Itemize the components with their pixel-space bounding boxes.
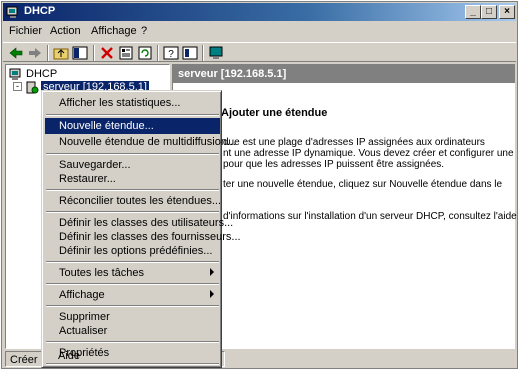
toolbar-separator: [202, 45, 204, 61]
delete-icon[interactable]: [99, 45, 115, 61]
tree-collapse-toggle[interactable]: -: [13, 82, 22, 91]
menu-separator: [46, 114, 219, 116]
menu-item-aide[interactable]: Aide: [44, 348, 219, 364]
menu-bar: Fichier Action Affichage ?: [3, 22, 516, 41]
maximize-button[interactable]: □: [481, 5, 497, 19]
menu-separator: [46, 341, 219, 343]
svg-text:?: ?: [168, 49, 174, 60]
details-line: pour que les adresses IP puissent être a…: [223, 159, 445, 170]
forward-arrow-icon[interactable]: [27, 45, 43, 61]
menu-item-afficher-statistiques[interactable]: Afficher les statistiques...: [45, 95, 220, 111]
menu-fichier[interactable]: Fichier: [9, 25, 42, 37]
tree-root-dhcp[interactable]: DHCP: [26, 68, 57, 80]
details-header: serveur [192.168.5.1]: [173, 65, 515, 83]
menu-item-actualiser[interactable]: Actualiser: [45, 323, 220, 339]
menu-action[interactable]: Action: [50, 25, 81, 37]
submenu-arrow-icon: [210, 290, 214, 298]
menu-separator: [46, 305, 219, 307]
menu-item-label: Affichage: [59, 289, 105, 301]
menu-item-nouvelle-etendue[interactable]: Nouvelle étendue...: [45, 118, 220, 134]
dhcp-root-icon: [9, 68, 21, 80]
context-menu: Afficher les statistiques... Nouvelle ét…: [41, 90, 241, 368]
close-button[interactable]: ×: [499, 5, 515, 19]
menu-separator: [46, 211, 219, 213]
details-line: ter une nouvelle étendue, cliquez sur No…: [223, 179, 503, 190]
toolbar-separator: [47, 45, 49, 61]
properties-icon[interactable]: [118, 45, 134, 61]
menu-item-nouvelle-etendue-multidiffusion[interactable]: Nouvelle étendue de multidiffusion...: [45, 134, 236, 150]
menu-affichage[interactable]: Affichage: [91, 25, 137, 37]
menu-separator: [46, 153, 219, 155]
dhcp-app-icon: [6, 6, 18, 18]
menu-item-label: Toutes les tâches: [59, 267, 144, 279]
menu-help[interactable]: ?: [141, 25, 147, 37]
toolbar-separator: [157, 45, 159, 61]
export-list-icon[interactable]: ?: [163, 45, 179, 61]
help-icon[interactable]: [182, 45, 198, 61]
server-icon: [26, 81, 39, 94]
menu-item-reconcilier[interactable]: Réconcilier toutes les étendues...: [45, 193, 221, 209]
minimize-button[interactable]: _: [465, 5, 481, 19]
menu-separator: [46, 283, 219, 285]
dhcp-window: DHCP _ □ × Fichier Action Affichage ? ? …: [1, 1, 518, 369]
back-arrow-icon[interactable]: [8, 45, 24, 61]
submenu-arrow-icon: [210, 268, 214, 276]
menu-separator: [46, 189, 219, 191]
toolbar-separator: [93, 45, 95, 61]
menu-item-options-predefinies[interactable]: Définir les options prédéfinies...: [45, 243, 220, 259]
window-title: DHCP: [24, 5, 56, 17]
details-line: due est une plage d'adresses IP assignée…: [223, 137, 485, 148]
menu-separator: [46, 261, 219, 263]
title-bar[interactable]: DHCP _ □ ×: [3, 3, 516, 21]
details-pane: serveur [192.168.5.1] Ajouter une étendu…: [172, 64, 517, 349]
refresh-icon[interactable]: [137, 45, 153, 61]
up-folder-icon[interactable]: [53, 45, 69, 61]
toolbar: ?: [3, 42, 516, 62]
monitor-icon[interactable]: [208, 45, 224, 61]
menu-item-toutes-les-taches[interactable]: Toutes les tâches: [45, 265, 220, 281]
details-line: d'informations sur l'installation d'un s…: [223, 211, 517, 222]
menu-item-restaurer[interactable]: Restaurer...: [45, 171, 220, 187]
details-line: nt une adresse IP dynamique. Vous devez …: [223, 148, 514, 159]
details-heading: Ajouter une étendue: [221, 107, 328, 119]
menu-item-affichage[interactable]: Affichage: [45, 287, 220, 303]
show-hide-tree-icon[interactable]: [72, 45, 88, 61]
